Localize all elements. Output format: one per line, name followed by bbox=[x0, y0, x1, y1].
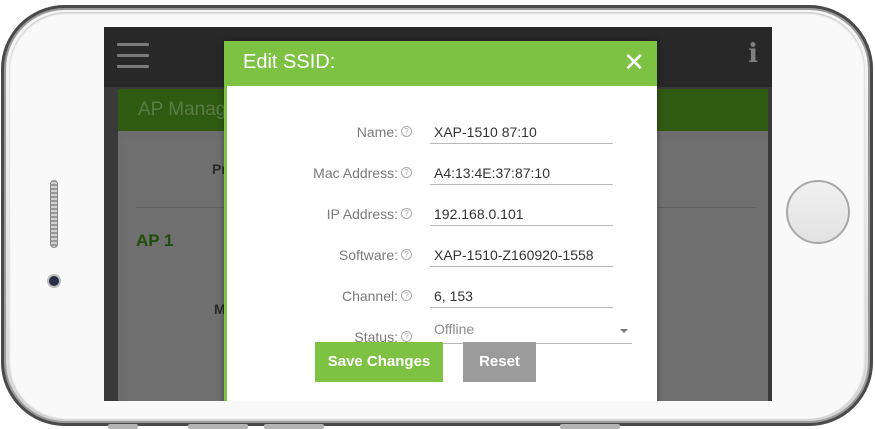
power-button bbox=[560, 424, 620, 429]
save-changes-button[interactable]: Save Changes bbox=[315, 342, 443, 382]
speaker-grille bbox=[50, 180, 58, 248]
volume-button bbox=[108, 424, 138, 429]
mac-address-input[interactable] bbox=[430, 161, 613, 185]
software-label: Software: bbox=[338, 247, 398, 263]
channel-field-row: Channel: ? bbox=[227, 279, 660, 313]
front-camera bbox=[49, 276, 59, 286]
card-title: AP Manag bbox=[138, 99, 227, 120]
ip-address-input[interactable] bbox=[430, 202, 613, 226]
volume-button bbox=[264, 424, 324, 429]
software-field-row: Software: ? bbox=[227, 238, 660, 272]
dialog-header: Edit SSID: ✕ bbox=[224, 41, 657, 86]
edit-ssid-dialog: Edit SSID: ✕ Name: ? Mac Address: ? IP A… bbox=[224, 41, 657, 401]
reset-button[interactable]: Reset bbox=[463, 342, 536, 382]
volume-button bbox=[188, 424, 248, 429]
close-icon[interactable]: ✕ bbox=[623, 47, 645, 77]
chevron-down-icon bbox=[620, 329, 628, 333]
channel-input[interactable] bbox=[430, 284, 613, 308]
help-icon[interactable]: ? bbox=[401, 331, 412, 342]
screen: i AP Manag Pr AP 1 M Edit SSID: ✕ Name: … bbox=[104, 27, 772, 401]
help-icon[interactable]: ? bbox=[401, 126, 412, 137]
ap-heading: AP 1 bbox=[136, 231, 174, 250]
name-field-row: Name: ? bbox=[227, 115, 660, 149]
status-value: Offline bbox=[434, 321, 475, 337]
channel-label: Channel: bbox=[341, 288, 398, 304]
name-label: Name: bbox=[356, 124, 398, 140]
info-icon[interactable]: i bbox=[748, 39, 758, 69]
help-icon[interactable]: ? bbox=[401, 208, 412, 219]
ip-address-label: IP Address: bbox=[326, 206, 398, 222]
help-icon[interactable]: ? bbox=[401, 249, 412, 260]
home-button[interactable] bbox=[786, 180, 850, 244]
hamburger-icon[interactable] bbox=[117, 43, 149, 69]
ip-address-field-row: IP Address: ? bbox=[227, 197, 660, 231]
name-input[interactable] bbox=[430, 120, 613, 144]
software-input[interactable] bbox=[430, 243, 613, 267]
mac-address-label: Mac Address: bbox=[313, 165, 398, 181]
dialog-title: Edit SSID: bbox=[243, 51, 336, 73]
help-icon[interactable]: ? bbox=[401, 167, 412, 178]
status-field-row: Status: ? Offline bbox=[227, 321, 660, 358]
mac-address-field-row: Mac Address: ? bbox=[227, 156, 660, 190]
help-icon[interactable]: ? bbox=[401, 290, 412, 301]
status-select[interactable]: Offline bbox=[430, 318, 632, 344]
